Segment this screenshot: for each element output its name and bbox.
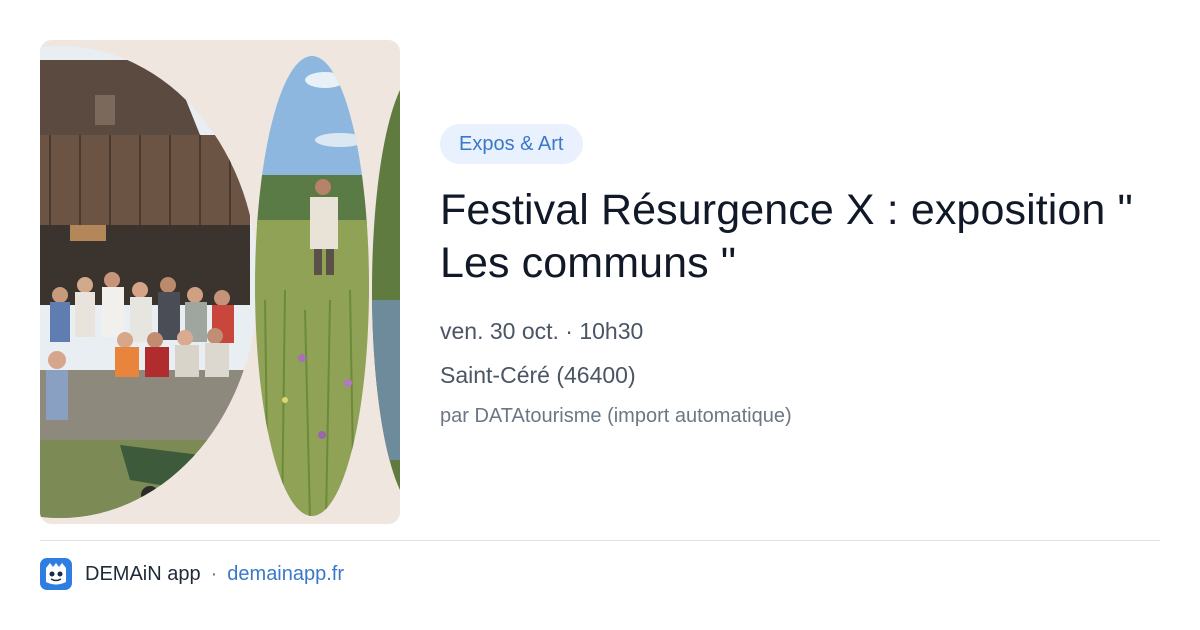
event-details: Expos & Art Festival Résurgence X : expo…	[440, 124, 1170, 430]
event-image[interactable]	[40, 40, 400, 524]
event-date: ven. 30 oct. · 10h30	[440, 318, 644, 344]
category-badge[interactable]: Expos & Art	[440, 124, 583, 164]
event-photo-collage	[40, 40, 400, 524]
footer: DEMAiN app · demainapp.fr	[40, 558, 344, 590]
app-website-link[interactable]: demainapp.fr	[227, 563, 344, 586]
event-title[interactable]: Festival Résurgence X : exposition " Les…	[440, 184, 1170, 290]
app-name: DEMAiN app	[85, 562, 201, 585]
event-location: Saint-Céré (46400)	[440, 362, 636, 388]
event-source: par DATAtourisme (import automatique)	[440, 405, 792, 427]
footer-separator: ·	[210, 562, 218, 585]
footer-divider	[40, 540, 1160, 541]
demain-logo-icon	[40, 558, 72, 590]
